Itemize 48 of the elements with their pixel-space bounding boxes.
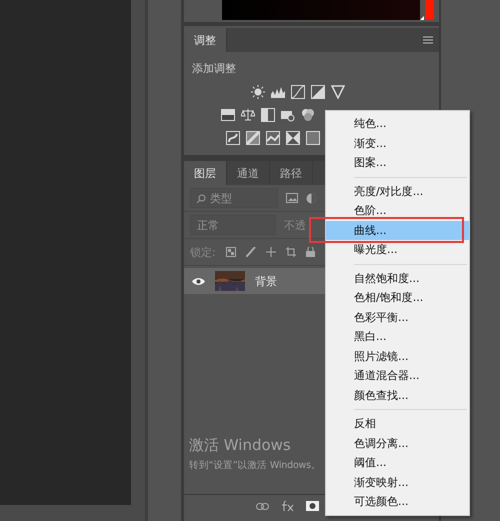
gradient-square-icon[interactable] — [306, 130, 320, 144]
image-icon[interactable] — [286, 193, 298, 203]
menu-item[interactable]: 渐变映射... — [326, 472, 469, 492]
menu-item[interactable]: 颜色查找... — [326, 386, 469, 405]
mask-icon[interactable] — [306, 501, 319, 511]
menu-item[interactable]: 曲线... — [326, 220, 469, 240]
panel-title: 添加调整 — [191, 61, 237, 77]
panel-tab[interactable]: 路径 — [270, 161, 313, 185]
menu-item[interactable]: 渐变... — [326, 134, 469, 153]
search-icon — [197, 194, 206, 202]
menu-item[interactable]: 可选颜色... — [326, 492, 469, 512]
crop-icon[interactable] — [286, 247, 296, 257]
menu-icon[interactable] — [423, 36, 433, 44]
move-icon[interactable] — [266, 247, 276, 257]
menu-item[interactable]: 色阶... — [326, 201, 469, 220]
menu-item[interactable]: 色彩平衡... — [326, 308, 469, 327]
menu-item[interactable]: 黑白... — [326, 327, 469, 346]
panel-tab[interactable]: 调整 — [184, 28, 227, 52]
menu-item[interactable]: 照片滤镜... — [326, 346, 469, 366]
menu-item[interactable]: 阈值... — [326, 453, 469, 472]
fx-icon[interactable] — [281, 501, 294, 511]
menu-item[interactable]: 曝光度... — [326, 240, 469, 260]
brush-icon[interactable] — [246, 247, 256, 257]
activation-message: 转到“设置”以激活 Windows。 — [189, 459, 321, 472]
half-square-icon[interactable] — [261, 108, 275, 122]
menu-item[interactable]: 纯色... — [326, 114, 469, 134]
triangle-icon[interactable] — [331, 84, 345, 98]
balance-scale-icon[interactable] — [241, 108, 255, 122]
curve-icon[interactable] — [291, 84, 305, 98]
eye-icon[interactable] — [192, 276, 205, 286]
brightness-icon[interactable] — [251, 84, 265, 98]
panel-tab[interactable]: 图层 — [184, 161, 227, 185]
hue-slider-drawing[interactable] — [420, 0, 434, 20]
color-circles-icon[interactable] — [301, 108, 315, 122]
menu-item[interactable]: 反相 — [326, 414, 469, 434]
activation-title: 激活 Windows — [189, 436, 292, 455]
panel-tab[interactable]: 通道 — [227, 161, 270, 185]
checker-icon[interactable] — [226, 247, 236, 257]
menu-item[interactable]: 色调分离... — [326, 434, 469, 453]
menu-item[interactable]: 图案... — [326, 153, 469, 172]
lock-icon[interactable] — [306, 247, 315, 257]
color-field-drawing[interactable] — [222, 0, 420, 20]
color-bars-icon[interactable] — [221, 108, 235, 122]
menu-item[interactable]: 亮度/对比度... — [326, 182, 469, 201]
half-circle-icon[interactable] — [306, 192, 317, 204]
link-icon[interactable] — [256, 502, 269, 510]
menu-item[interactable]: 通道混合器... — [326, 366, 469, 386]
layer-name: 背景 — [255, 274, 277, 288]
